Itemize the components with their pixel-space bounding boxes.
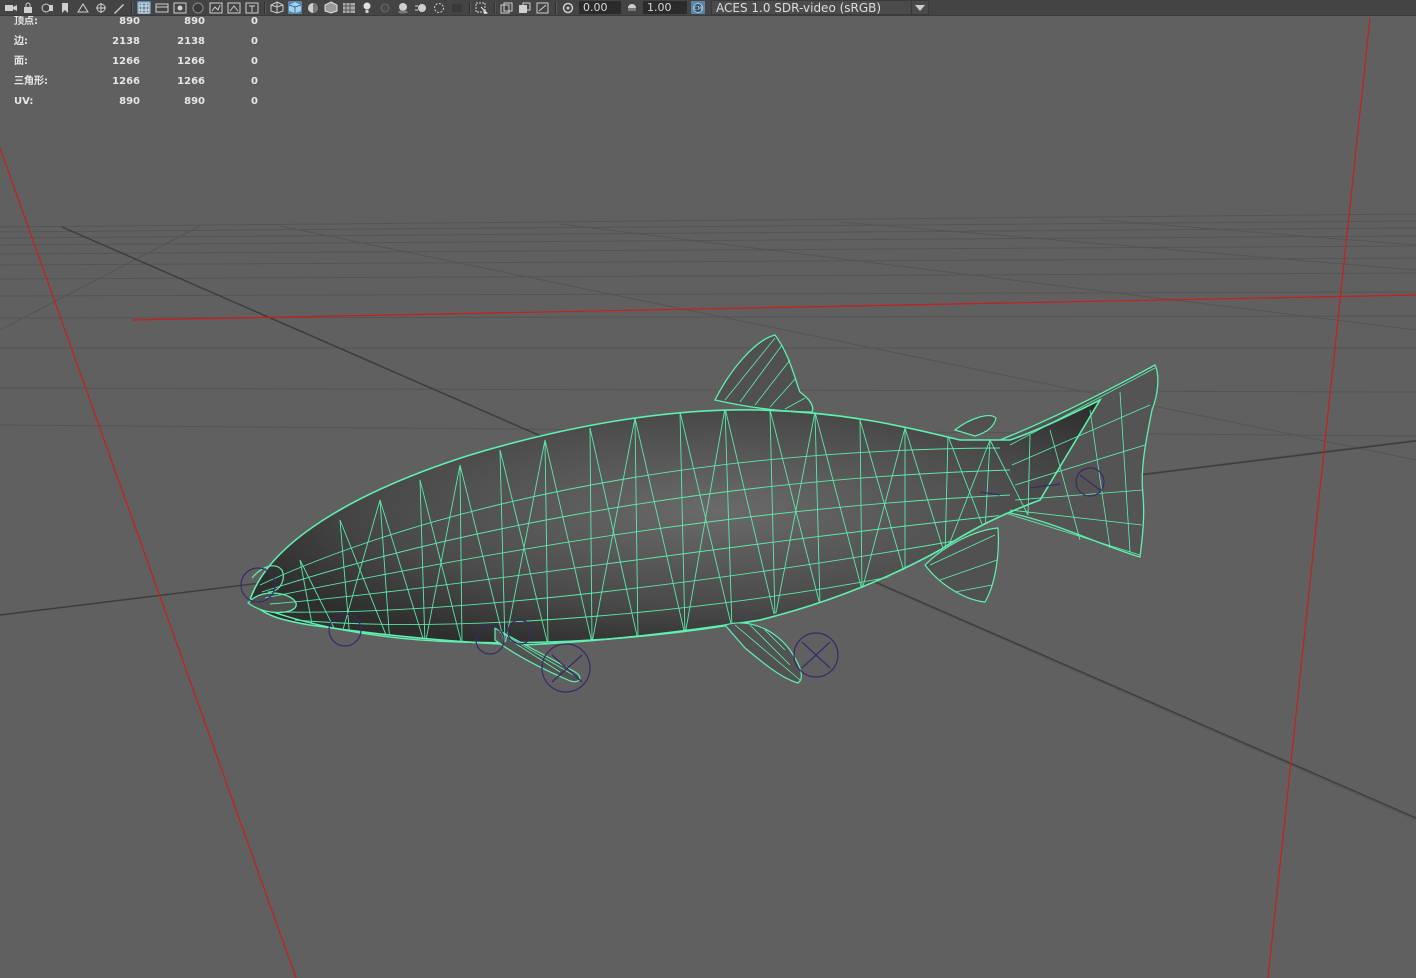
hud-label: 边: (14, 36, 28, 47)
gamma-icon[interactable] (561, 1, 575, 14)
hud-value-selected-components: 0 (251, 96, 258, 107)
hud-value-selected: 890 (184, 96, 205, 107)
hud-value-object: 2138 (112, 36, 140, 47)
hud-label: 顶点: (14, 16, 38, 27)
color-space-label: ACES 1.0 SDR-video (sRGB) (716, 1, 882, 15)
grease-pencil-icon[interactable] (112, 1, 126, 14)
film-gate-icon[interactable] (155, 1, 169, 14)
hud-value-object: 1266 (112, 56, 140, 67)
anti-aliasing-icon[interactable] (432, 1, 446, 14)
hud-value-selected: 1266 (177, 76, 205, 87)
fish-mesh[interactable] (240, 334, 1159, 693)
gate-mask-icon[interactable] (191, 1, 205, 14)
color-space-dropdown[interactable]: ACES 1.0 SDR-video (sRGB) (711, 0, 929, 15)
exposure-icon[interactable] (625, 1, 639, 14)
field-chart-icon[interactable] (209, 1, 223, 14)
viewport-toolbar: 0.00 1.00 CM ACES 1.0 SDR-video (sRGB) (0, 0, 1416, 16)
smooth-shade-icon[interactable] (288, 1, 302, 14)
hud-value-selected-components: 0 (251, 16, 258, 27)
use-all-lights-icon[interactable] (360, 1, 374, 14)
xray-active-components-icon[interactable] (518, 1, 532, 14)
wireframe-icon[interactable] (270, 1, 284, 14)
exposure-value-field[interactable]: 1.00 (643, 1, 687, 14)
hud-value-object: 890 (119, 16, 140, 27)
hud-label: UV: (14, 96, 34, 107)
grid-icon[interactable] (137, 1, 151, 14)
dropdown-divider (911, 1, 912, 14)
bookmark-icon[interactable] (58, 1, 72, 14)
2d-pan-icon[interactable] (94, 1, 108, 14)
toolbar-separator (131, 1, 133, 14)
use-default-material-icon[interactable] (306, 1, 320, 14)
hud-row-triangles: 三角形: 1266 1266 0 (14, 76, 274, 96)
pelvic-fin (723, 622, 802, 684)
hud-value-selected-components: 0 (251, 56, 258, 67)
camera-attrs-icon[interactable] (40, 1, 54, 14)
hud-value-selected: 2138 (177, 36, 205, 47)
hud-row-edges: 边: 2138 2138 0 (14, 36, 274, 56)
screen-space-ao-icon[interactable] (396, 1, 410, 14)
hud-label: 三角形: (14, 76, 48, 87)
hud-value-object: 890 (119, 96, 140, 107)
isolate-select-icon[interactable] (475, 1, 489, 14)
viewport-panel[interactable]: 0.00 1.00 CM ACES 1.0 SDR-video (sRGB) 顶… (0, 0, 1416, 978)
fish-body (249, 398, 1103, 646)
hud-value-selected: 890 (184, 16, 205, 27)
svg-text:CM: CM (694, 6, 702, 12)
motion-blur-icon[interactable] (414, 1, 428, 14)
chevron-down-icon[interactable] (915, 5, 925, 11)
hud-value-selected-components: 0 (251, 36, 258, 47)
color-management-icon[interactable]: CM (691, 1, 705, 14)
gamma-value-field[interactable]: 0.00 (579, 1, 621, 14)
safe-action-icon[interactable] (227, 1, 241, 14)
hud-row-uvs: UV: 890 890 0 (14, 96, 274, 116)
image-plane-icon[interactable] (76, 1, 90, 14)
toolbar-separator (264, 1, 266, 14)
camera-icon[interactable] (4, 1, 18, 14)
toolbar-separator (555, 1, 557, 14)
resolution-gate-icon[interactable] (173, 1, 187, 14)
hud-value-selected-components: 0 (251, 76, 258, 87)
camera-lock-icon[interactable] (22, 1, 36, 14)
hud-row-vertices: 顶点: 890 890 0 (14, 16, 274, 36)
hud-label: 面: (14, 56, 28, 67)
scene-canvas[interactable] (0, 0, 1416, 978)
depth-of-field-icon[interactable] (450, 1, 464, 14)
dorsal-fin (714, 334, 814, 413)
hud-value-object: 1266 (112, 76, 140, 87)
xray-icon[interactable] (500, 1, 514, 14)
hud-row-faces: 面: 1266 1266 0 (14, 56, 274, 76)
toolbar-separator (494, 1, 496, 14)
shadows-icon[interactable] (378, 1, 392, 14)
poly-count-hud: 顶点: 890 890 0 边: 2138 2138 0 面: 1266 126… (14, 16, 274, 116)
safe-title-icon[interactable] (245, 1, 259, 14)
xray-joints-icon[interactable] (536, 1, 550, 14)
wireframe-on-shaded-icon[interactable] (324, 1, 338, 14)
toolbar-separator (469, 1, 471, 14)
textured-icon[interactable] (342, 1, 356, 14)
hud-value-selected: 1266 (177, 56, 205, 67)
